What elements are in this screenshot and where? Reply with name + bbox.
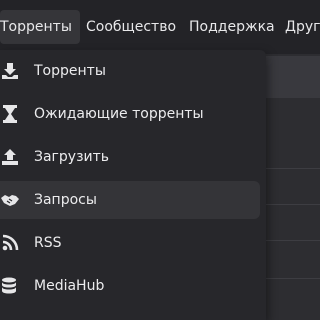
- menu-item-mediahub[interactable]: MediaHub: [0, 267, 260, 305]
- database-icon: [0, 276, 20, 296]
- nav-item-torrents[interactable]: Торренты: [0, 10, 80, 44]
- rss-icon: [0, 233, 20, 253]
- menu-item-torrents[interactable]: Торренты: [0, 52, 260, 90]
- torrents-dropdown-menu: Торренты Ожидающие торренты Загрузить За…: [0, 50, 266, 320]
- nav-item-label: Сообщество: [86, 19, 177, 35]
- page-content-background: [265, 54, 320, 320]
- menu-item-pending-torrents[interactable]: Ожидающие торренты: [0, 95, 260, 133]
- download-icon: [0, 61, 20, 81]
- menu-item-label: RSS: [34, 235, 62, 251]
- content-divider: [265, 278, 320, 279]
- nav-item-label: Торренты: [0, 19, 72, 35]
- menu-item-label: MediaHub: [34, 278, 105, 294]
- menu-item-label: Ожидающие торренты: [34, 106, 204, 122]
- menu-item-requests[interactable]: Запросы: [0, 181, 260, 219]
- top-navigation: Торренты Сообщество Поддержка Друго: [0, 0, 320, 54]
- content-divider: [265, 168, 320, 169]
- nav-item-label: Поддержка: [189, 19, 275, 35]
- content-divider: [265, 204, 320, 205]
- handshake-icon: [0, 190, 20, 210]
- menu-item-upload[interactable]: Загрузить: [0, 138, 260, 176]
- menu-item-rss[interactable]: RSS: [0, 224, 260, 262]
- content-divider: [265, 240, 320, 241]
- hourglass-icon: [0, 104, 20, 124]
- nav-item-label: Друго: [285, 19, 320, 35]
- menu-item-label: Загрузить: [34, 149, 110, 165]
- menu-item-label: Торренты: [34, 63, 106, 79]
- nav-item-other[interactable]: Друго: [285, 10, 320, 44]
- menu-item-label: Запросы: [34, 192, 97, 208]
- upload-icon: [0, 147, 20, 167]
- content-header-bar: [265, 56, 320, 98]
- nav-item-support[interactable]: Поддержка: [189, 10, 275, 44]
- nav-item-community[interactable]: Сообщество: [86, 10, 176, 44]
